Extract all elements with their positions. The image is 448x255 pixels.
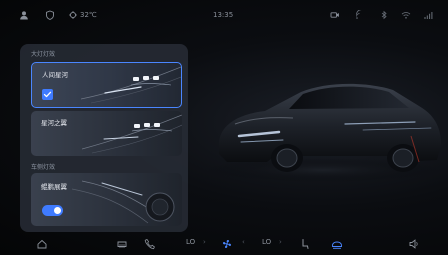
car-light-icon[interactable] [331,238,343,250]
home-icon[interactable] [36,238,48,250]
headlight-preview-icon [82,114,182,154]
car-settings-screen: 32℃ 13:35 大灯灯效 人间星河 星河之翼 车侧灯效 鲲鹏展翼 LO › … [0,0,448,255]
headlight-effect-label: 人间星河 [42,71,68,79]
chevron-right-icon[interactable]: › [279,238,282,246]
chevron-right-icon[interactable]: › [203,238,206,246]
headlight-preview-icon [81,66,181,104]
phone-icon[interactable] [144,238,156,250]
car-illustration [205,83,441,182]
outside-temperature: 32℃ [80,11,97,19]
side-light-section-title: 车侧灯效 [31,164,56,171]
shield-icon [45,10,55,20]
side-light-toggle[interactable] [42,205,63,216]
signal-icon [423,10,433,20]
clock: 13:35 [213,11,234,19]
cast-icon [355,10,365,20]
toggle-knob [54,207,61,214]
selected-checkbox-icon[interactable] [42,89,53,100]
side-light-effect-label: 鲲鹏展翼 [41,183,67,191]
headlight-section-title: 大灯灯效 [31,51,56,58]
fan-icon[interactable] [221,238,233,250]
side-light-effect-card[interactable]: 鲲鹏展翼 [31,173,182,226]
seat-icon[interactable] [298,238,310,250]
light-effects-panel: 大灯灯效 人间星河 星河之翼 车侧灯效 鲲鹏展翼 [20,44,188,232]
side-light-preview-icon [72,180,175,224]
camera-icon [330,10,340,20]
user-icon[interactable] [19,10,29,20]
headlight-effect-card-2[interactable]: 星河之翼 [31,111,182,156]
bluetooth-icon [379,10,389,20]
status-bar: 32℃ 13:35 [0,0,448,34]
headlight-effect-label: 星河之翼 [41,119,67,127]
wifi-icon [401,10,411,20]
weather-icon [68,10,78,20]
right-temperature[interactable]: LO [262,238,271,246]
headlight-effect-card-1[interactable]: 人间星河 [31,62,182,108]
bottom-dock: LO › ‹ LO › [0,233,448,255]
left-temperature[interactable]: LO [186,238,195,246]
volume-icon[interactable] [408,238,420,250]
chevron-left-icon[interactable]: ‹ [242,238,245,246]
rear-defrost-icon[interactable] [116,238,128,250]
